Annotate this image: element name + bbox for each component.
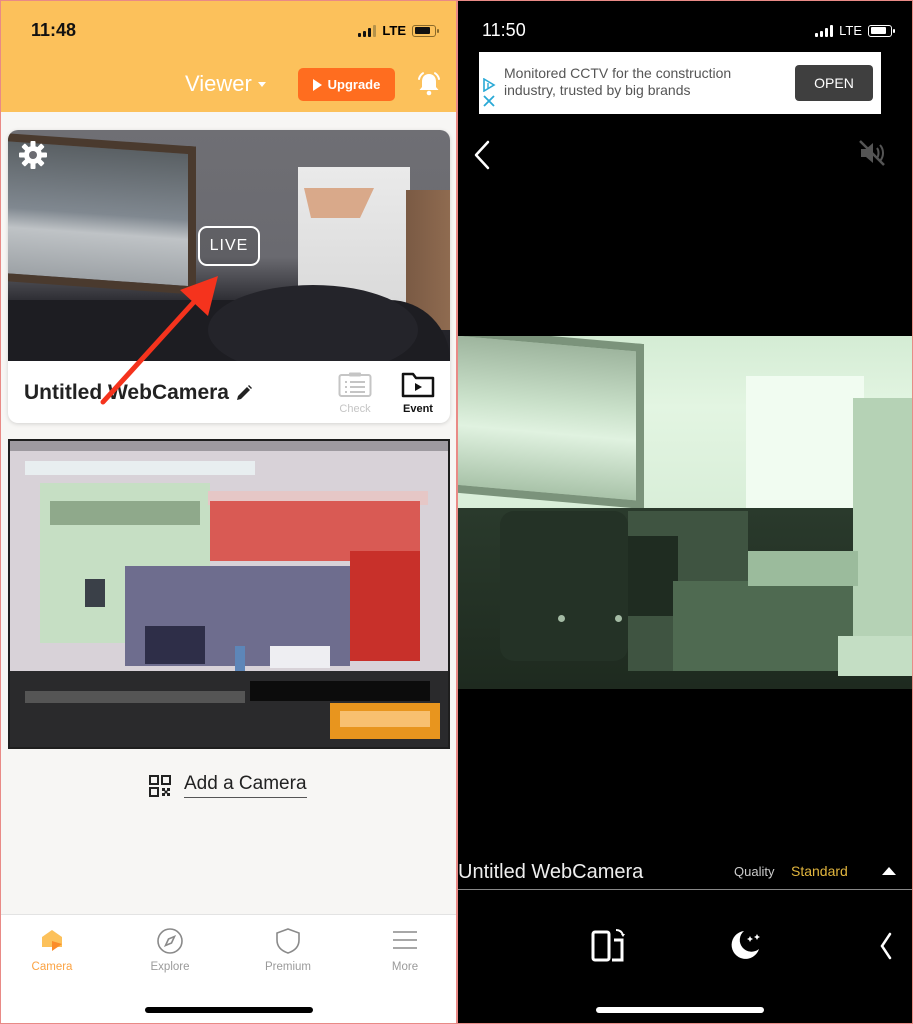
bell-icon[interactable] bbox=[414, 69, 444, 99]
tab-more[interactable]: More bbox=[365, 927, 445, 973]
camera-name: Untitled WebCamera bbox=[24, 381, 229, 404]
feed-scene-cushion bbox=[500, 511, 628, 661]
adchoices-icon bbox=[483, 78, 496, 92]
tab-camera-label: Camera bbox=[31, 961, 73, 973]
quality-label: Quality bbox=[734, 864, 775, 879]
collapse-chevron-left-icon[interactable] bbox=[876, 926, 896, 966]
signal-icon bbox=[358, 24, 377, 37]
ad-close-icon[interactable] bbox=[482, 94, 496, 108]
home-indicator bbox=[596, 1007, 764, 1013]
pixel-block bbox=[235, 646, 245, 672]
pixel-block bbox=[50, 501, 200, 525]
pixel-block bbox=[838, 636, 912, 676]
tab-more-label: More bbox=[391, 961, 419, 973]
rotate-screen-icon[interactable] bbox=[590, 926, 630, 966]
feed-scene-sofa-button bbox=[615, 615, 622, 622]
settings-gear-icon[interactable] bbox=[17, 139, 49, 171]
status-indicators: LTE bbox=[358, 23, 439, 38]
chevron-down-icon bbox=[257, 81, 266, 87]
pixel-block bbox=[340, 711, 430, 727]
pencil-edit-icon[interactable] bbox=[235, 384, 253, 402]
ad-open-button[interactable]: OPEN bbox=[795, 65, 873, 101]
status-indicators: LTE bbox=[815, 23, 895, 38]
tab-premium[interactable]: Premium bbox=[248, 927, 328, 973]
check-button[interactable]: Check bbox=[330, 372, 380, 415]
pixel-block bbox=[673, 581, 853, 671]
battery-icon bbox=[412, 24, 439, 37]
pixel-block bbox=[145, 626, 205, 664]
event-label: Event bbox=[403, 403, 433, 415]
viewer-dropdown[interactable]: Viewer bbox=[185, 71, 266, 97]
pixel-block bbox=[853, 398, 912, 668]
status-time: 11:50 bbox=[482, 20, 526, 40]
checklist-icon bbox=[338, 372, 372, 397]
app-header: 11:48 LTE Viewer Upgrade bbox=[1, 1, 456, 112]
camera-card: LIVE Untitled WebCamera Check Event bbox=[8, 130, 450, 423]
pixel-block bbox=[350, 551, 420, 661]
pixel-block bbox=[270, 646, 330, 668]
play-icon bbox=[312, 78, 322, 91]
signal-icon bbox=[815, 24, 834, 37]
shield-icon bbox=[276, 928, 300, 954]
back-chevron-icon[interactable] bbox=[472, 140, 492, 170]
tab-camera[interactable]: Camera bbox=[12, 927, 92, 973]
pixel-block bbox=[10, 441, 448, 451]
pixel-block bbox=[25, 691, 245, 703]
home-indicator bbox=[145, 1007, 313, 1013]
status-time: 11:48 bbox=[31, 20, 77, 40]
camera-home-icon bbox=[42, 930, 62, 951]
left-phone-screen: 11:48 LTE Viewer Upgrade LIVE Untitled W… bbox=[1, 1, 456, 1023]
add-camera-button[interactable]: Add a Camera bbox=[148, 773, 307, 798]
camera-live-preview[interactable]: LIVE bbox=[8, 130, 450, 361]
live-badge[interactable]: LIVE bbox=[198, 226, 260, 266]
ad-text: Monitored CCTV for the construction indu… bbox=[504, 65, 732, 98]
tab-premium-label: Premium bbox=[264, 961, 311, 973]
network-label: LTE bbox=[382, 23, 406, 38]
pixel-block bbox=[250, 681, 430, 701]
upgrade-button[interactable]: Upgrade bbox=[298, 68, 395, 101]
divider bbox=[458, 889, 912, 890]
pixel-block bbox=[628, 536, 678, 616]
ad-banner[interactable]: Monitored CCTV for the construction indu… bbox=[479, 52, 881, 114]
viewer-label: Viewer bbox=[185, 71, 252, 96]
expand-up-icon[interactable] bbox=[882, 867, 896, 875]
ad-choices[interactable] bbox=[482, 78, 496, 108]
network-label: LTE bbox=[839, 23, 862, 38]
event-button[interactable]: Event bbox=[393, 372, 443, 415]
qr-code-icon bbox=[149, 774, 171, 797]
camera-name-row: Untitled WebCamera bbox=[24, 381, 253, 405]
check-label: Check bbox=[339, 403, 371, 415]
menu-icon bbox=[393, 931, 417, 949]
camera-name: Untitled WebCamera bbox=[458, 861, 644, 883]
night-mode-icon[interactable] bbox=[724, 926, 764, 966]
upgrade-label: Upgrade bbox=[327, 77, 381, 92]
camera-preview-pixelated[interactable] bbox=[8, 439, 450, 749]
pixel-block bbox=[85, 579, 105, 607]
pixel-block bbox=[25, 461, 255, 475]
quality-selector[interactable]: Standard bbox=[791, 863, 848, 879]
battery-icon bbox=[868, 24, 895, 37]
tab-explore-label: Explore bbox=[150, 961, 190, 973]
folder-play-icon bbox=[401, 372, 435, 398]
compass-icon bbox=[157, 928, 183, 954]
feed-scene-sofa-button bbox=[558, 615, 565, 622]
speaker-muted-icon[interactable] bbox=[857, 138, 887, 168]
tab-explore[interactable]: Explore bbox=[130, 927, 210, 973]
pixel-block bbox=[748, 551, 858, 586]
feed-scene-frame bbox=[458, 336, 644, 510]
right-phone-screen: 11:50 LTE Monitored CCTV for the constru… bbox=[458, 1, 912, 1023]
add-camera-label: Add a Camera bbox=[184, 773, 307, 798]
night-vision-live-feed[interactable] bbox=[458, 336, 912, 689]
